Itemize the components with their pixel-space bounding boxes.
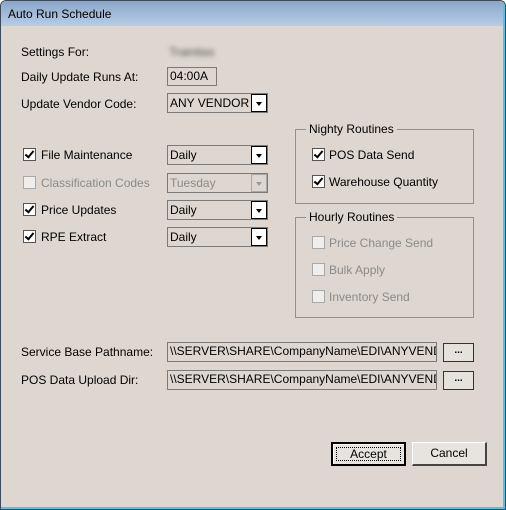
service-base-browse-button[interactable]: ... (443, 343, 474, 362)
price-updates-schedule-value: Daily (170, 203, 197, 217)
file-maintenance-schedule-select[interactable]: Daily (167, 145, 268, 165)
title-bar[interactable]: Auto Run Schedule (1, 1, 505, 26)
focus-rect (336, 447, 401, 461)
price-updates-checkbox[interactable] (23, 203, 36, 216)
classification-codes-checkbox[interactable] (23, 176, 36, 189)
chevron-down-icon[interactable] (251, 201, 267, 219)
price-change-send-checkbox[interactable] (312, 236, 325, 249)
settings-for-value: Trainitas (169, 45, 215, 59)
chevron-down-icon[interactable] (251, 174, 267, 192)
nightly-routines-title: Nighty Routines (306, 122, 397, 136)
window-border-bottom (1, 507, 505, 509)
service-base-pathname-label: Service Base Pathname: (21, 345, 154, 359)
file-maintenance-label: File Maintenance (41, 148, 133, 162)
bulk-apply-label: Bulk Apply (329, 263, 386, 277)
rpe-extract-checkbox[interactable] (23, 230, 36, 243)
service-base-pathname-input[interactable]: \\SERVER\SHARE\CompanyName\EDI\ANYVENDOR (167, 342, 437, 362)
classification-codes-schedule-select[interactable]: Tuesday (167, 173, 268, 193)
bulk-apply-checkbox[interactable] (312, 263, 325, 276)
daily-update-time-input[interactable]: 04:00A (167, 67, 217, 86)
chevron-down-icon[interactable] (251, 146, 267, 164)
classification-codes-schedule-value: Tuesday (170, 176, 216, 190)
inventory-send-checkbox[interactable] (312, 290, 325, 303)
price-updates-schedule-select[interactable]: Daily (167, 200, 268, 220)
dialog-window: Auto Run Schedule Settings For: Trainita… (0, 0, 506, 510)
settings-for-label: Settings For: (21, 45, 90, 59)
inventory-send-label: Inventory Send (329, 290, 410, 304)
price-change-send-label: Price Change Send (329, 236, 434, 250)
pos-upload-dir-label: POS Data Upload Dir: (21, 373, 139, 387)
pos-data-send-label: POS Data Send (329, 148, 415, 162)
daily-update-label: Daily Update Runs At: (21, 70, 139, 84)
chevron-down-icon[interactable] (251, 228, 267, 246)
rpe-extract-label: RPE Extract (41, 230, 107, 244)
chevron-down-icon[interactable] (251, 94, 267, 112)
accept-button[interactable]: Accept (331, 442, 406, 466)
nightly-routines-group: Nighty Routines (295, 122, 474, 204)
file-maintenance-schedule-value: Daily (170, 148, 197, 162)
cancel-button[interactable]: Cancel (412, 442, 487, 466)
vendor-code-label: Update Vendor Code: (21, 97, 137, 111)
pos-upload-browse-button[interactable]: ... (443, 371, 474, 390)
pos-data-send-checkbox[interactable] (312, 148, 325, 161)
vendor-code-value: ANY VENDOR (170, 96, 250, 110)
pos-upload-dir-input[interactable]: \\SERVER\SHARE\CompanyName\EDI\ANYVENDOR (167, 370, 437, 390)
vendor-code-select[interactable]: ANY VENDOR (167, 93, 268, 113)
rpe-extract-schedule-value: Daily (170, 230, 197, 244)
classification-codes-label: Classification Codes (41, 176, 150, 190)
cancel-label: Cancel (430, 446, 468, 460)
warehouse-quantity-label: Warehouse Quantity (329, 175, 438, 189)
window-title: Auto Run Schedule (8, 7, 112, 21)
hourly-routines-title: Hourly Routines (306, 210, 398, 224)
warehouse-quantity-checkbox[interactable] (312, 175, 325, 188)
window-border-right (503, 1, 505, 509)
file-maintenance-checkbox[interactable] (23, 148, 36, 161)
rpe-extract-schedule-select[interactable]: Daily (167, 227, 268, 247)
price-updates-label: Price Updates (41, 203, 117, 217)
